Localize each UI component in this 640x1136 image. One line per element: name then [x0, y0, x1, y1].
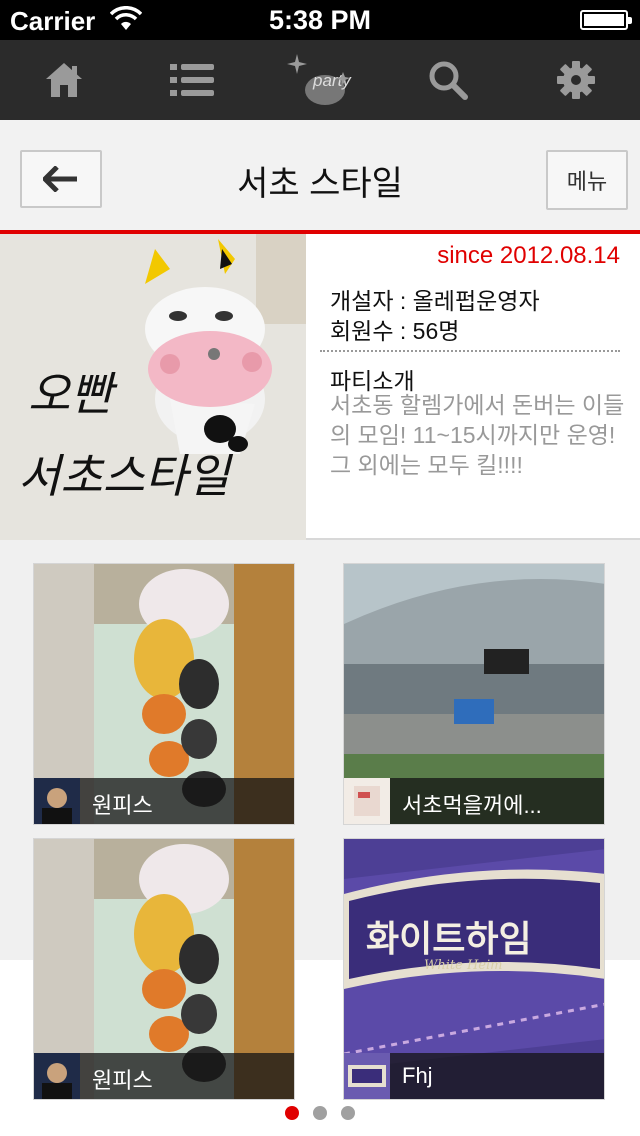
intro-text: 서초동 할렘가에서 돈버는 이들의 모임! 11~15시까지만 운영!그 외에는…: [330, 392, 625, 478]
author-avatar: [34, 1053, 80, 1099]
tab-list[interactable]: [128, 40, 256, 120]
post-caption: Fhj: [344, 1053, 604, 1099]
tab-settings[interactable]: [512, 40, 640, 120]
menu-button[interactable]: 메뉴: [546, 150, 628, 210]
author-avatar: [344, 778, 390, 824]
tab-bar: party: [0, 40, 640, 120]
party-info: 오빤 서초스타일 since 2012.08.14 개설자 : 올레펍운영자 회…: [0, 234, 640, 540]
post-title: 서초먹을꺼에...: [402, 793, 542, 818]
post-title: 원피스: [92, 793, 153, 818]
list-icon: [170, 64, 214, 96]
arrow-left-icon: [43, 166, 77, 192]
product-name-text: 화이트하임: [366, 919, 532, 960]
nav-bar: 서초 스타일 메뉴: [0, 120, 640, 230]
page-dot[interactable]: [313, 1106, 327, 1120]
post-card[interactable]: 화이트하임 White Heim Fhj: [343, 838, 605, 1100]
member-count: 회원수 : 56명: [330, 318, 460, 344]
info-divider: [320, 350, 620, 352]
party-logo-icon: party: [287, 54, 352, 105]
battery-icon: [580, 10, 632, 30]
post-caption: 서초먹을꺼에...: [344, 778, 604, 824]
tab-home[interactable]: [0, 40, 128, 120]
back-button[interactable]: [20, 150, 102, 208]
status-bar: Carrier 5:38 PM: [0, 0, 640, 40]
photo-handwriting-line1: 오빤: [28, 367, 118, 421]
page-dot[interactable]: [285, 1106, 299, 1120]
page-indicator: [0, 1106, 640, 1120]
post-card[interactable]: 원피스: [33, 563, 295, 825]
post-caption: 원피스: [34, 778, 294, 824]
tab-party[interactable]: party: [256, 40, 384, 120]
post-title: Fhj: [402, 1063, 433, 1088]
clock: 5:38 PM: [268, 5, 372, 35]
author-avatar: [34, 778, 80, 824]
product-subtitle-text: White Heim: [424, 958, 502, 973]
party-logo-text: party: [312, 71, 352, 90]
post-title: 원피스: [92, 1068, 153, 1093]
page-dot[interactable]: [341, 1106, 355, 1120]
search-icon: [429, 61, 468, 100]
post-card[interactable]: 서초먹을꺼에...: [343, 563, 605, 825]
author-avatar: [344, 1053, 390, 1099]
post-caption: 원피스: [34, 1053, 294, 1099]
photo-handwriting-line2: 서초스타일: [18, 449, 233, 503]
post-card[interactable]: 원피스: [33, 838, 295, 1100]
home-icon: [46, 63, 82, 97]
founder-label: 개설자 : 올레펍운영자: [330, 288, 540, 314]
since-date: since 2012.08.14: [437, 242, 620, 269]
page-title: 서초 스타일: [237, 165, 403, 203]
tab-search[interactable]: [384, 40, 512, 120]
party-cover-photo[interactable]: 오빤 서초스타일: [0, 234, 306, 540]
gear-icon: [557, 61, 595, 99]
